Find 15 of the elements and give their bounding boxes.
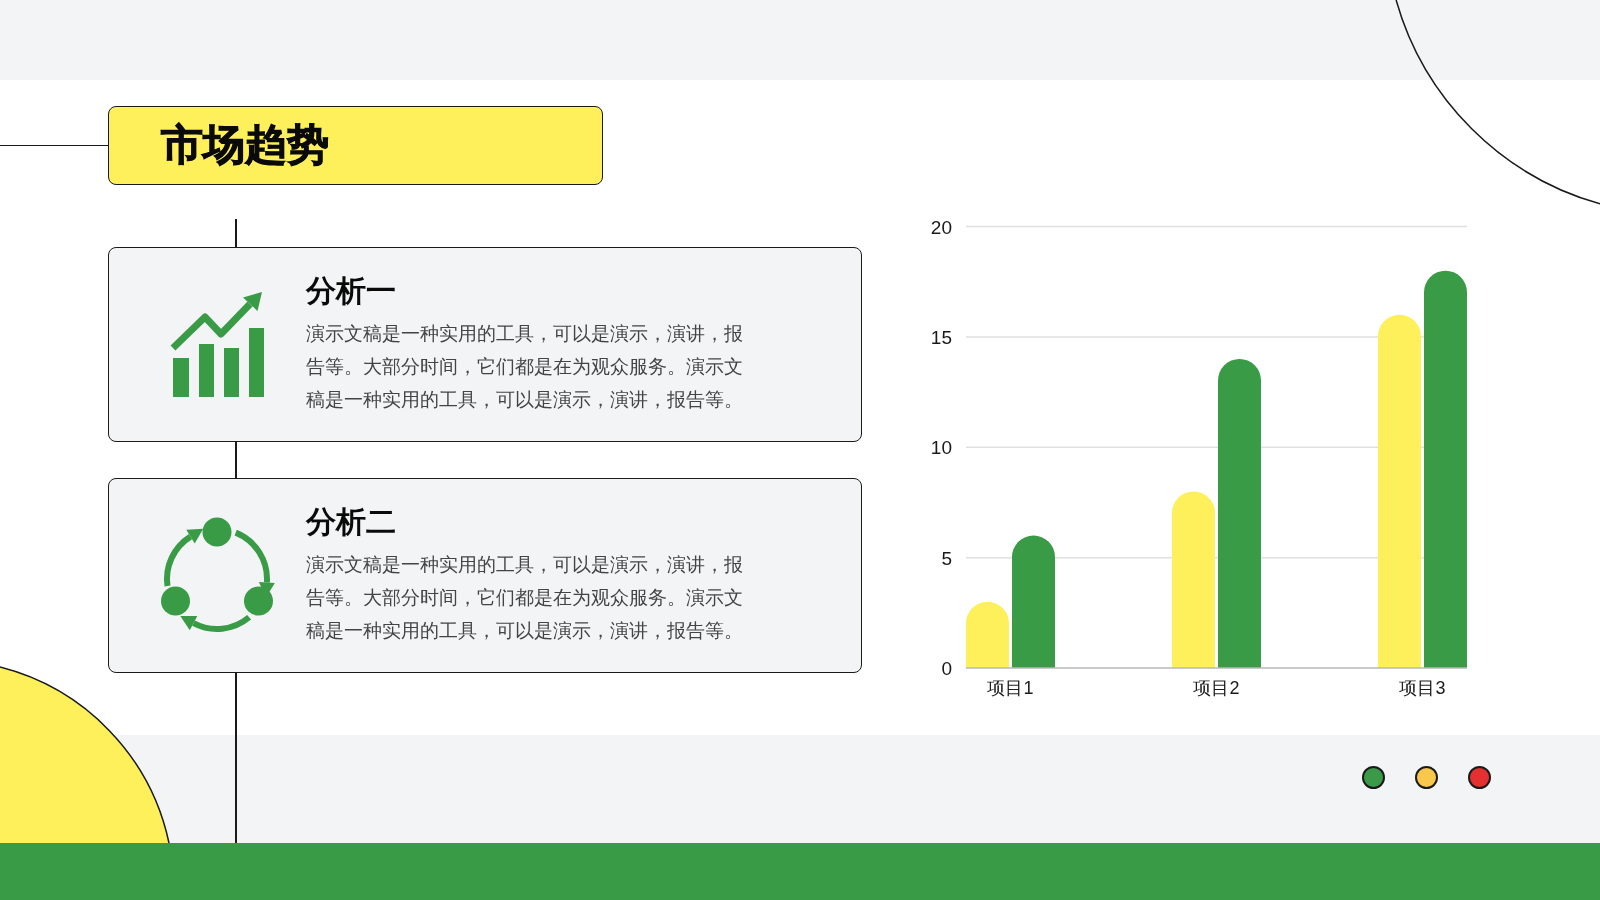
- chart-bar: [966, 601, 1009, 668]
- axis-tick-label: 5: [941, 547, 952, 569]
- card-heading: 分析一: [306, 273, 396, 309]
- category-label: 项目3: [1399, 678, 1446, 698]
- slide-title: 市场趋势: [161, 122, 329, 169]
- card-heading: 分析二: [306, 504, 396, 540]
- axis-tick-label: 0: [941, 658, 952, 679]
- card-body-text: 演示文稿是一种实用的工具，可以是演示，演讲，报告等。大部分时间，它们都是在为观众服务。演示文稿是一种实用的工具，可以是演示，演讲，报告等。: [306, 553, 744, 643]
- category-label: 项目1: [987, 678, 1034, 698]
- card-body-text: 演示文稿是一种实用的工具，可以是演示，演讲，报告等。大部分时间，它们都是在为观众服务。演示文稿是一种实用的工具，可以是演示，演讲，报告等。: [306, 322, 744, 412]
- axis-tick-label: 20: [930, 216, 952, 238]
- rising-bar-chart-icon: [169, 291, 265, 398]
- axis-tick-label: 15: [930, 326, 952, 348]
- axis-tick-label: 10: [930, 437, 952, 459]
- category-label: 项目2: [1193, 678, 1240, 698]
